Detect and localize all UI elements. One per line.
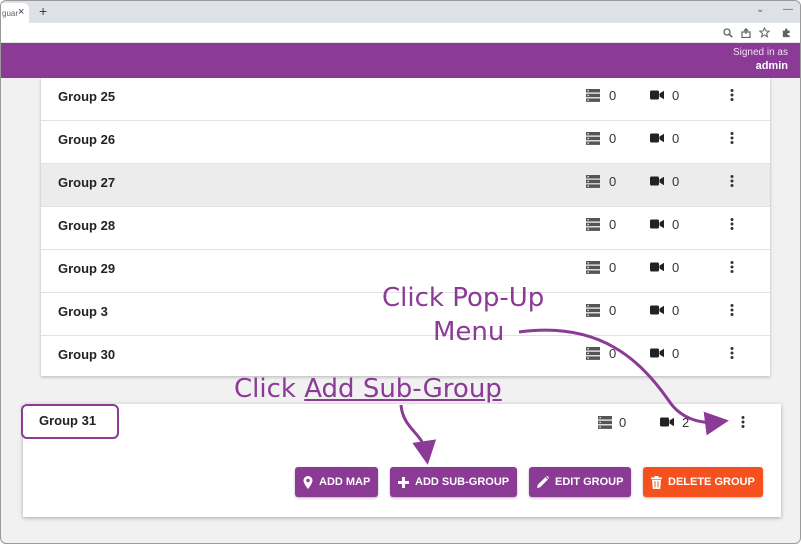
- camera-count: 0: [672, 303, 680, 318]
- tab-bar: guar × + ⌄ —: [1, 1, 800, 23]
- bookmark-star-icon[interactable]: [759, 27, 770, 38]
- annotation-prefix: Click: [234, 374, 305, 404]
- annotation-popup-line1: Click Pop-Up: [382, 283, 545, 313]
- annotation-link: Add Sub-Group: [304, 374, 502, 404]
- camera-count: 0: [672, 260, 680, 275]
- delete-group-label: DELETE GROUP: [668, 476, 755, 488]
- server-icon: [586, 89, 600, 102]
- more-options-icon[interactable]: [740, 414, 746, 430]
- server-icon: [586, 304, 600, 317]
- tab-title: guar: [2, 9, 19, 18]
- add-sub-group-label: ADD SUB-GROUP: [415, 476, 510, 488]
- browser-tab[interactable]: guar ×: [1, 3, 29, 23]
- group-name[interactable]: Group 30: [58, 347, 115, 362]
- group-name[interactable]: Group 28: [58, 218, 115, 233]
- browser-window: guar × + ⌄ — Signed in as admin Group 25…: [0, 0, 801, 544]
- server-count: 0: [609, 174, 617, 189]
- annotation-popup-line2: Menu: [433, 317, 505, 347]
- server-count: 0: [609, 217, 617, 232]
- zoom-icon[interactable]: [723, 28, 733, 38]
- share-icon[interactable]: [741, 28, 751, 38]
- server-icon: [586, 175, 600, 188]
- group-name[interactable]: Group 25: [58, 89, 115, 104]
- server-icon: [586, 261, 600, 274]
- chevron-down-icon[interactable]: ⌄: [756, 4, 764, 15]
- camera-icon: [650, 305, 664, 315]
- delete-group-button[interactable]: DELETE GROUP: [643, 467, 763, 497]
- pencil-icon: [537, 476, 549, 488]
- camera-icon: [660, 417, 674, 427]
- server-count: 0: [609, 346, 617, 361]
- plus-icon: [398, 476, 409, 488]
- more-options-icon[interactable]: [729, 302, 735, 318]
- server-count: 0: [609, 131, 617, 146]
- server-count: 0: [609, 88, 617, 103]
- server-count: 0: [609, 260, 617, 275]
- group-name[interactable]: Group 3: [58, 304, 108, 319]
- more-options-icon[interactable]: [729, 130, 735, 146]
- app-header: Signed in as admin: [1, 43, 800, 78]
- new-tab-icon[interactable]: +: [39, 3, 47, 19]
- annotation-add-sub-group: Click Add Sub-Group: [234, 374, 502, 404]
- expanded-group-card: Group 31 0 2 ADD MAP ADD SUB-GROUP EDIT …: [21, 404, 781, 517]
- server-count: 0: [609, 303, 617, 318]
- group-name[interactable]: Group 29: [58, 261, 115, 276]
- edit-group-button[interactable]: EDIT GROUP: [529, 467, 632, 497]
- camera-icon: [650, 219, 664, 229]
- extensions-icon[interactable]: [781, 27, 792, 38]
- map-pin-icon: [303, 475, 313, 489]
- more-options-icon[interactable]: [729, 173, 735, 189]
- camera-icon: [650, 133, 664, 143]
- camera-count: 0: [672, 88, 680, 103]
- camera-icon: [650, 348, 664, 358]
- camera-icon: [650, 176, 664, 186]
- server-icon: [598, 416, 612, 429]
- address-bar: [1, 23, 800, 43]
- server-icon: [586, 218, 600, 231]
- camera-count: 2: [682, 415, 690, 430]
- camera-icon: [650, 90, 664, 100]
- server-icon: [586, 347, 600, 360]
- add-sub-group-button[interactable]: ADD SUB-GROUP: [390, 467, 518, 497]
- camera-icon: [650, 262, 664, 272]
- more-options-icon[interactable]: [729, 216, 735, 232]
- tab-close-icon[interactable]: ×: [18, 6, 24, 18]
- group-row[interactable]: Group 25 0 0: [41, 78, 770, 121]
- group-name[interactable]: Group 26: [58, 132, 115, 147]
- group-row[interactable]: Group 30 0 0: [41, 336, 770, 379]
- signed-in-label: Signed in as: [732, 47, 788, 58]
- add-map-label: ADD MAP: [319, 476, 371, 488]
- group-name[interactable]: Group 31: [39, 413, 96, 428]
- more-options-icon[interactable]: [729, 87, 735, 103]
- group-row[interactable]: Group 26 0 0: [41, 121, 770, 164]
- add-map-button[interactable]: ADD MAP: [295, 467, 379, 497]
- more-options-icon[interactable]: [729, 259, 735, 275]
- group-row[interactable]: Group 27 0 0: [41, 164, 770, 207]
- minimize-icon[interactable]: —: [783, 4, 793, 15]
- server-count: 0: [619, 415, 627, 430]
- camera-count: 0: [672, 346, 680, 361]
- server-icon: [586, 132, 600, 145]
- camera-count: 0: [672, 174, 680, 189]
- more-options-icon[interactable]: [729, 345, 735, 361]
- camera-count: 0: [672, 131, 680, 146]
- camera-count: 0: [672, 217, 680, 232]
- signed-in-info: Signed in as admin: [733, 47, 788, 72]
- edit-group-label: EDIT GROUP: [555, 476, 624, 488]
- group-list: Group 25 0 0 Group 26 0 0 Group 27 0 0 Group 28 0 0…: [41, 78, 770, 379]
- username: admin: [755, 60, 788, 72]
- group-name[interactable]: Group 27: [58, 175, 115, 190]
- trash-icon: [651, 475, 662, 489]
- group-row[interactable]: Group 28 0 0: [41, 207, 770, 250]
